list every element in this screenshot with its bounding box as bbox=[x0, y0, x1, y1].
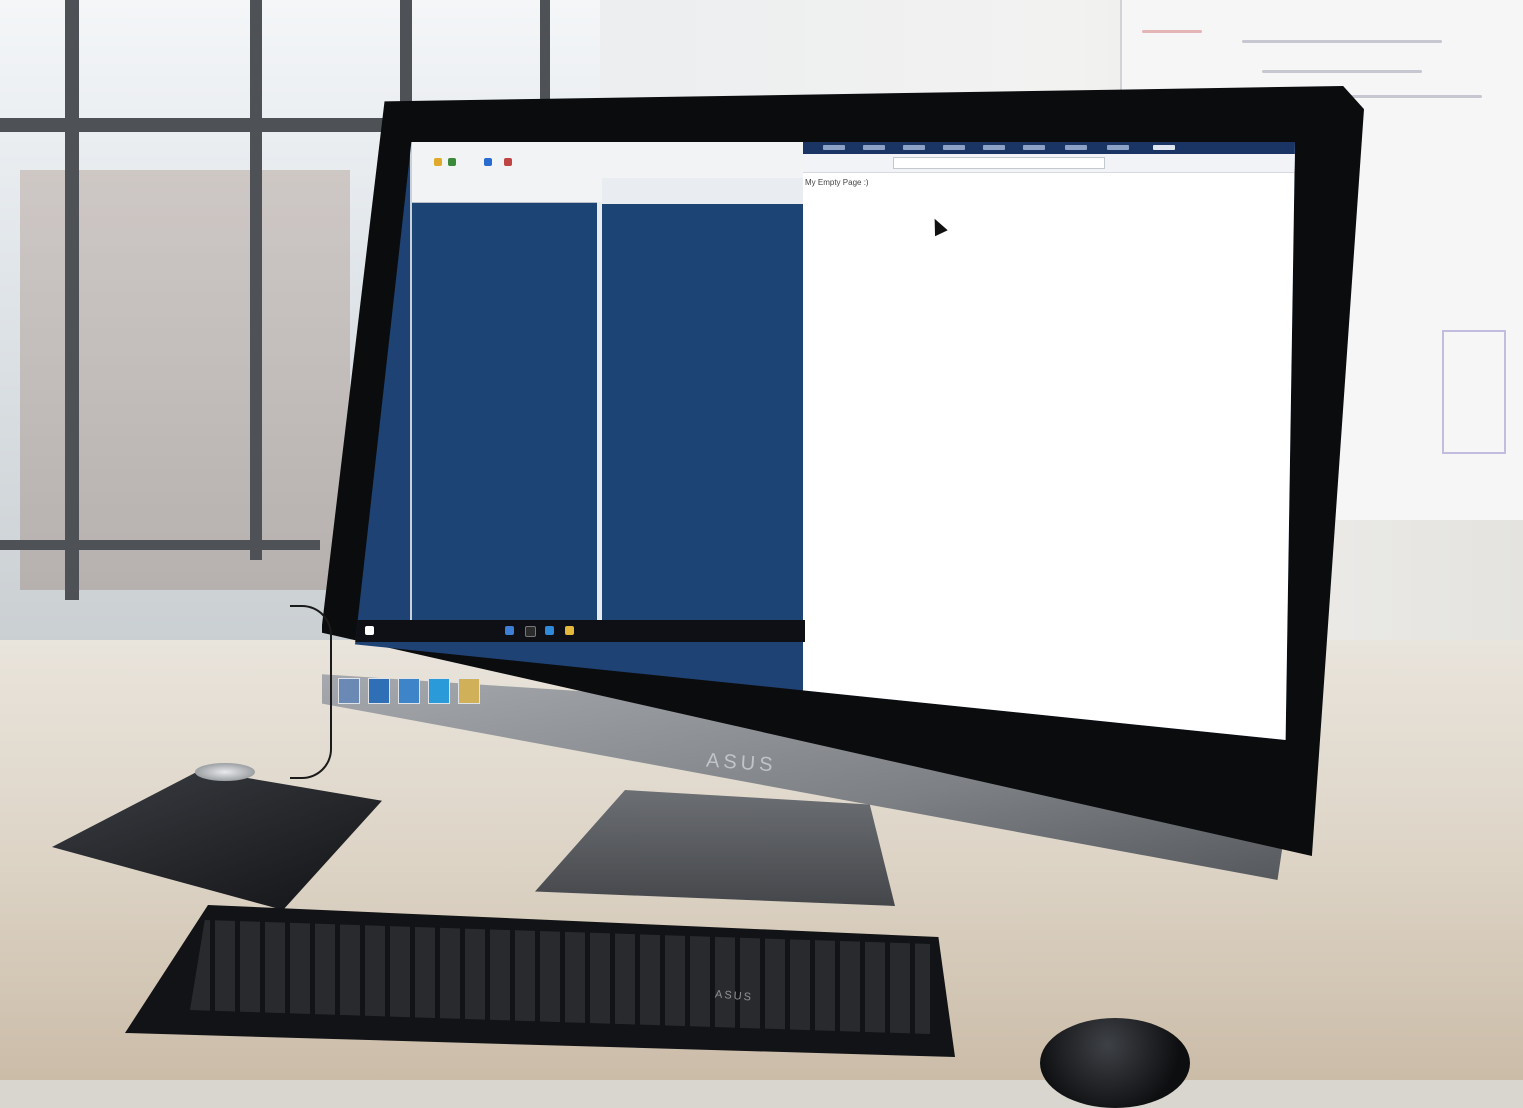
pane-divider[interactable] bbox=[597, 202, 602, 642]
speaker-top bbox=[195, 763, 255, 781]
copy-icon[interactable] bbox=[448, 158, 456, 166]
refresh-icon[interactable] bbox=[484, 158, 492, 166]
sticker bbox=[398, 678, 420, 704]
settings-icon[interactable] bbox=[504, 158, 512, 166]
window-frame-vertical bbox=[250, 0, 262, 560]
window-frame-vertical bbox=[400, 0, 412, 110]
window-frame-vertical bbox=[65, 0, 79, 600]
browser-tab[interactable] bbox=[1065, 145, 1087, 150]
file-manager-window[interactable] bbox=[410, 142, 852, 642]
sticker bbox=[458, 678, 480, 704]
browser-icon[interactable] bbox=[505, 626, 514, 635]
sticker bbox=[428, 678, 450, 704]
browser-tab[interactable] bbox=[943, 145, 965, 150]
whiteboard-scribble bbox=[1142, 30, 1202, 33]
terminal-icon[interactable] bbox=[525, 626, 536, 637]
mouse[interactable] bbox=[1040, 1018, 1190, 1108]
monitor-screen: My Empty Page :) bbox=[355, 142, 1295, 740]
sticker bbox=[338, 678, 360, 704]
browser-tab[interactable] bbox=[903, 145, 925, 150]
browser-tab-active[interactable] bbox=[1153, 145, 1175, 150]
speaker-cable bbox=[290, 605, 332, 779]
sticker-row bbox=[338, 678, 480, 704]
window-frame-vertical bbox=[540, 0, 550, 100]
page-heading: My Empty Page :) bbox=[805, 178, 869, 187]
browser-tab[interactable] bbox=[823, 145, 845, 150]
sticker bbox=[368, 678, 390, 704]
url-input[interactable] bbox=[893, 157, 1105, 169]
browser-tab[interactable] bbox=[983, 145, 1005, 150]
whiteboard-drawing bbox=[1442, 330, 1506, 454]
folder-icon[interactable] bbox=[434, 158, 442, 166]
start-icon[interactable] bbox=[365, 626, 374, 635]
browser-tab[interactable] bbox=[863, 145, 885, 150]
explorer-icon[interactable] bbox=[565, 626, 574, 635]
window-frame-horizontal bbox=[0, 118, 400, 132]
browser-tab[interactable] bbox=[1023, 145, 1045, 150]
window-frame-horizontal bbox=[0, 540, 320, 550]
monitor-brand-logo: ASUS bbox=[705, 749, 778, 777]
taskbar bbox=[355, 620, 805, 642]
browser-tab[interactable] bbox=[1107, 145, 1129, 150]
whiteboard-scribble bbox=[1262, 70, 1422, 73]
mail-icon[interactable] bbox=[545, 626, 554, 635]
browser-tab-strip bbox=[803, 142, 1295, 154]
whiteboard-scribble bbox=[1242, 40, 1442, 43]
browser-window[interactable]: My Empty Page :) bbox=[803, 142, 1295, 740]
